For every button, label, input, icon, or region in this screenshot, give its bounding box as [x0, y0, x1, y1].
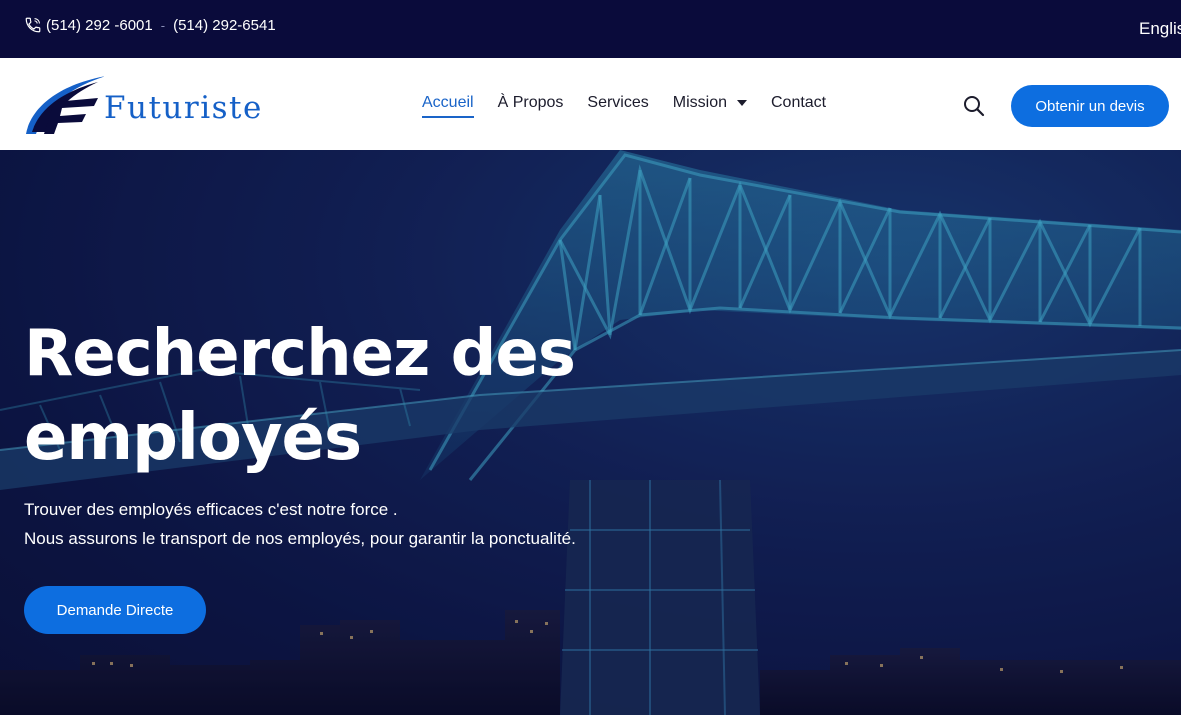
phone-link-1[interactable]: (514) 292 -6001: [46, 17, 153, 34]
phone-separator: -: [160, 17, 166, 33]
direct-request-button[interactable]: Demande Directe: [24, 586, 206, 634]
hero-subtitle: Trouver des employés efficaces c'est not…: [24, 495, 576, 553]
site-header: Futuriste Accueil À Propos Services Miss…: [0, 58, 1181, 150]
logo-mark-icon: [26, 76, 106, 134]
hero-title: Recherchez des employés: [24, 312, 644, 480]
phone-icon: [25, 17, 41, 33]
nav-item-a-propos[interactable]: À Propos: [498, 94, 564, 112]
nav-item-mission[interactable]: Mission: [673, 94, 747, 112]
logo[interactable]: Futuriste: [24, 72, 274, 138]
phone-numbers: (514) 292 -6001 - (514) 292-6541: [24, 16, 276, 34]
nav-item-label: À Propos: [497, 94, 564, 111]
logo-text: Futuriste: [104, 90, 263, 126]
nav-item-contact[interactable]: Contact: [771, 94, 826, 112]
search-icon[interactable]: [962, 94, 986, 118]
chevron-down-icon: [736, 100, 747, 106]
nav-item-services[interactable]: Services: [587, 94, 648, 112]
nav-item-label: Services: [587, 94, 649, 111]
nav-item-label: Mission: [672, 94, 727, 111]
hero-subtitle-line-2: Nous assurons le transport de nos employ…: [24, 529, 576, 548]
nav-item-accueil[interactable]: Accueil: [422, 94, 474, 118]
top-bar: (514) 292 -6001 - (514) 292-6541 English: [0, 0, 1181, 58]
hero-title-line-2: employés: [24, 401, 362, 475]
get-quote-button[interactable]: Obtenir un devis: [1011, 85, 1169, 127]
phone-link-2[interactable]: (514) 292-6541: [173, 17, 276, 34]
hero-subtitle-line-1: Trouver des employés efficaces c'est not…: [24, 500, 398, 519]
main-nav: Accueil À Propos Services Mission Contac…: [422, 94, 850, 118]
nav-item-label: Accueil: [422, 94, 474, 111]
hero-title-line-1: Recherchez des: [24, 317, 576, 391]
language-switch[interactable]: English: [1139, 19, 1181, 39]
hero-section: Recherchez des employés Trouver des empl…: [0, 150, 1181, 715]
nav-item-label: Contact: [770, 94, 827, 111]
